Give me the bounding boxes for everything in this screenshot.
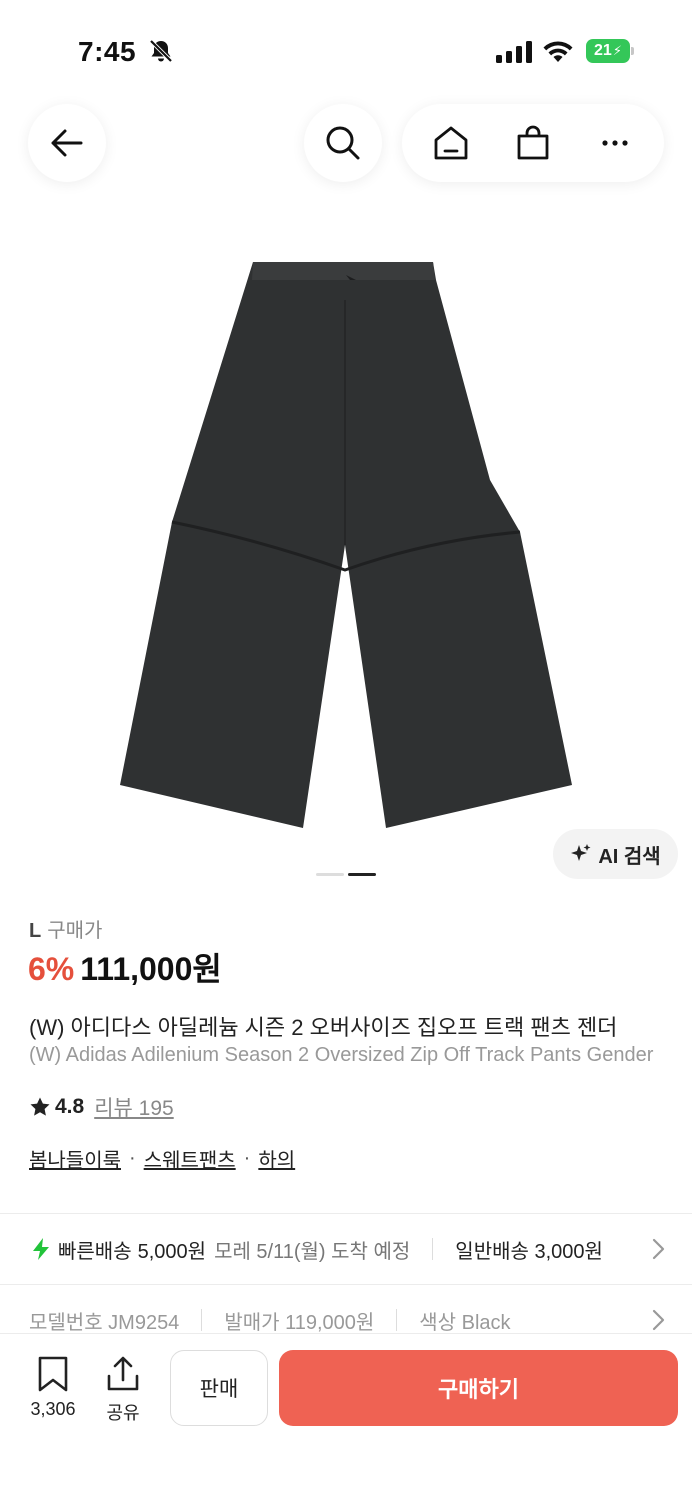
bookmark-icon	[38, 1356, 68, 1392]
ai-search-button[interactable]: AI 검색	[553, 829, 678, 879]
ai-search-label: AI 검색	[598, 845, 661, 868]
bookmark-count: 3,306	[30, 1399, 76, 1419]
share-button[interactable]: 공유	[100, 1356, 146, 1425]
battery-indicator: 21 ⚡	[586, 39, 634, 63]
wifi-icon	[543, 41, 573, 62]
product-image[interactable]	[0, 240, 692, 850]
more-button[interactable]	[595, 123, 635, 163]
tag-link[interactable]: 봄나들이룩	[29, 1144, 121, 1173]
battery-level: 21	[594, 42, 612, 59]
buy-label-text: 구매가	[47, 920, 103, 942]
delivery-row[interactable]: 빠른배송 5,000원 모레 5/11(월) 도착 예정 일반배송 3,000원	[0, 1214, 692, 1284]
color-spec: 색상 Black	[419, 1311, 511, 1334]
tag-link[interactable]: 하의	[258, 1144, 295, 1173]
fast-delivery-label: 빠른배송	[58, 1240, 132, 1263]
carousel-indicator	[316, 873, 376, 876]
sparkle-icon	[571, 844, 591, 861]
search-icon	[326, 126, 360, 160]
rating-value: 4.8	[55, 1095, 85, 1118]
fast-delivery-price: 5,000원	[137, 1240, 207, 1263]
arrival-date: 모레 5/11(월) 도착 예정	[214, 1240, 411, 1263]
release-price: 발매가 119,000원	[224, 1311, 375, 1334]
bookmark-button[interactable]: 3,306	[22, 1356, 84, 1420]
price-row: 6% 111,000원	[28, 944, 222, 990]
bottom-action-bar: 3,306 공유 판매 구매하기	[0, 1333, 692, 1500]
chevron-right-icon	[650, 1308, 666, 1332]
normal-delivery: 일반배송 3,000원	[455, 1240, 603, 1263]
carousel-dot	[316, 873, 344, 876]
buy-button[interactable]: 구매하기	[279, 1350, 678, 1426]
tag-link[interactable]: 스웨트팬츠	[144, 1144, 236, 1173]
star-icon	[30, 1097, 50, 1116]
model-number: 모델번호 JM9254	[29, 1311, 180, 1334]
back-button[interactable]	[28, 104, 106, 182]
share-label: 공유	[106, 1403, 140, 1423]
back-icon	[51, 129, 83, 157]
bell-off-icon	[149, 39, 173, 63]
nav-action-group	[402, 104, 664, 182]
tag-separator: ·	[243, 1147, 251, 1169]
selected-size: L	[29, 920, 42, 942]
sell-button[interactable]: 판매	[170, 1350, 268, 1426]
divider	[0, 1284, 692, 1285]
price: 111,000원	[80, 951, 222, 987]
buy-price-label: L 구매가	[29, 914, 102, 943]
discount-rate: 6%	[28, 951, 75, 987]
more-icon	[602, 140, 628, 146]
review-link[interactable]: 리뷰 195	[94, 1092, 174, 1122]
tags-row: 봄나들이룩 · 스웨트팬츠 · 하의	[29, 1144, 295, 1173]
lightning-icon	[33, 1238, 49, 1260]
search-button[interactable]	[304, 104, 382, 182]
vertical-separator	[432, 1238, 434, 1260]
tag-separator: ·	[129, 1147, 136, 1169]
signal-icon	[496, 41, 532, 63]
vertical-separator	[396, 1309, 398, 1331]
shopping-bag-icon	[517, 125, 549, 160]
home-button[interactable]	[431, 123, 471, 163]
shopping-bag-button[interactable]	[513, 123, 553, 163]
status-time: 7:45	[78, 36, 137, 67]
product-title-ko: (W) 아디다스 아딜레늄 시즌 2 오버사이즈 집오프 트랙 팬츠 젠더	[29, 1015, 618, 1040]
chevron-right-icon	[650, 1237, 666, 1261]
product-title-en: (W) Adidas Adilenium Season 2 Oversized …	[29, 1044, 654, 1066]
rating-row: 4.8 리뷰 195	[29, 1092, 174, 1122]
vertical-separator	[201, 1309, 203, 1331]
share-icon	[107, 1356, 139, 1391]
track-pants-image	[120, 262, 572, 828]
carousel-dot-active	[348, 873, 376, 876]
home-icon	[434, 126, 468, 160]
status-bar: 7:45 21 ⚡	[0, 0, 692, 100]
